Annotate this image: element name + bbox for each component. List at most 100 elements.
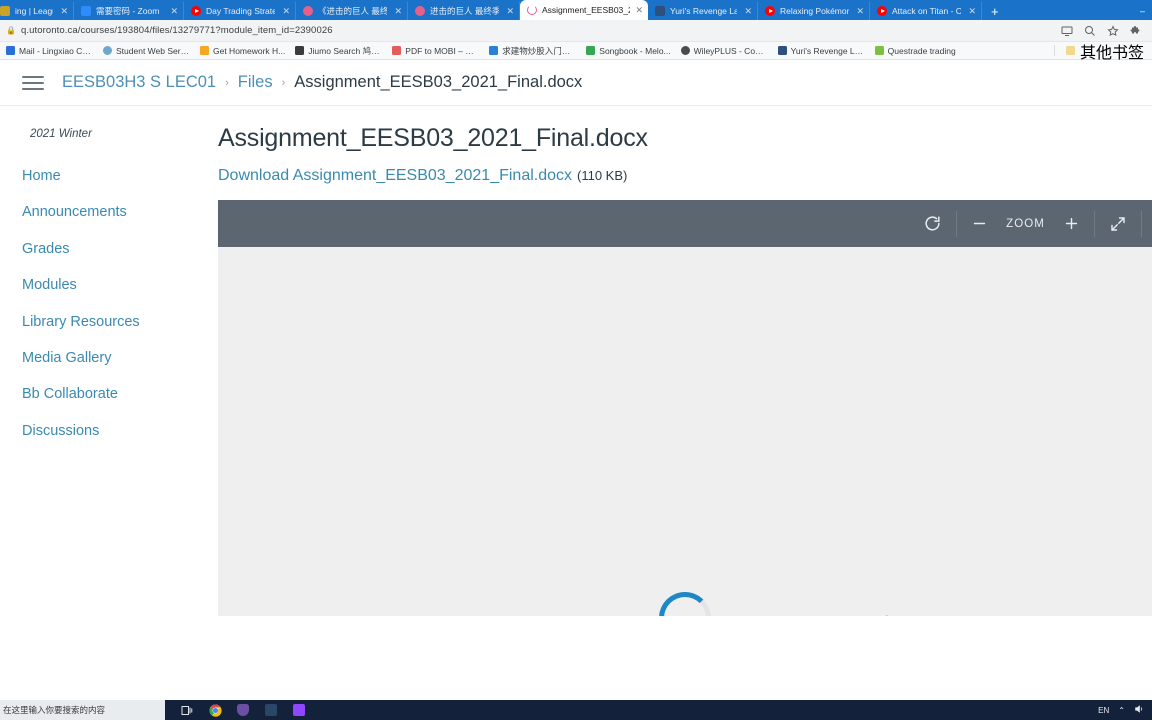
bookmark-star-icon[interactable] [1106, 24, 1119, 37]
main-content: Assignment_EESB03_2021_Final.docx Downlo… [218, 106, 1152, 700]
breadcrumb: EESB03H3 S LEC01 › Files › Assignment_EE… [62, 73, 582, 92]
browser-tab[interactable]: Attack on Titan - Omake ✕ [870, 2, 982, 20]
tab-close-icon[interactable]: ✕ [744, 6, 752, 17]
tab-close-icon[interactable]: ✕ [506, 6, 514, 17]
divider [1053, 45, 1055, 56]
tab-close-icon[interactable]: ✕ [394, 6, 402, 17]
sidebar-item-media-gallery[interactable]: Media Gallery [22, 340, 218, 376]
breadcrumb-files[interactable]: Files [238, 73, 273, 92]
search-placeholder: 在这里输入你要搜索的内容 [3, 705, 106, 715]
tab-title: Day Trading Strategies fo [206, 6, 275, 16]
jiumo-icon [295, 46, 305, 55]
tab-title: ing | League of [15, 6, 53, 16]
bookmarks-overflow[interactable]: 其他书签 [1048, 39, 1146, 63]
browser-tabstrip: ing | League of ✕ 需要密码 - Zoom ✕ Day Trad… [0, 0, 1152, 20]
bookmark-item[interactable]: Get Homework H... [200, 46, 291, 56]
sidebar-item-home[interactable]: Home [22, 158, 218, 194]
bookmark-item[interactable]: 求建物炒股入门书... [489, 45, 582, 57]
bookmark-item[interactable]: Songbook - Melo... [586, 46, 676, 56]
twitch-icon[interactable] [285, 700, 313, 720]
bilibili-icon [303, 6, 313, 16]
zoom-label: ZOOM [1006, 217, 1045, 230]
blue-icon [489, 46, 499, 55]
uoft-icon [103, 46, 112, 55]
course-sidebar: 2021 Winter Home Announcements Grades Mo… [0, 106, 218, 700]
tab-close-icon[interactable]: ✕ [170, 6, 178, 17]
browser-tab-active[interactable]: Assignment_EESB03_2021 ✕ [520, 0, 648, 20]
app-purple-icon[interactable] [229, 700, 257, 720]
chevron-up-icon[interactable]: ⌃ [1118, 706, 1125, 715]
bookmark-item[interactable]: WileyPLUS - Cour... [680, 45, 774, 56]
bookmarks-overflow-label: 其他书签 [1079, 44, 1144, 62]
window-controls: – [1133, 2, 1152, 20]
bookmark-label: Songbook - Melo... [599, 45, 671, 56]
tab-close-icon[interactable]: ✕ [635, 5, 643, 16]
youtube-icon [191, 6, 201, 16]
tab-close-icon[interactable]: ✕ [60, 6, 68, 17]
expand-arrows-icon[interactable] [1095, 200, 1141, 247]
bookmark-item[interactable]: Questrade trading [874, 46, 962, 56]
browser-tab[interactable]: Yuri's Revenge Ladder - C ✕ [648, 2, 758, 20]
app-glyph [237, 704, 249, 716]
system-tray: EN ⌃ [1098, 704, 1152, 716]
chrome-icon[interactable] [201, 700, 229, 720]
divider [1141, 210, 1142, 237]
taskbar-search-input[interactable]: 在这里输入你要搜索的内容 [0, 700, 165, 720]
folder-icon [1065, 46, 1075, 55]
tab-close-icon[interactable]: ✕ [282, 6, 290, 17]
zoom-in-plus-icon[interactable] [1049, 200, 1094, 247]
browser-tab[interactable]: 进击的巨人 最终季 08集—( ✕ [408, 2, 520, 20]
bookmark-item[interactable]: PDF to MOBI – Co... [392, 46, 485, 56]
bookmark-label: Get Homework H... [213, 45, 286, 56]
sidebar-item-modules[interactable]: Modules [22, 267, 218, 303]
bookmark-label: Mail - Lingxiao Ch... [19, 45, 93, 56]
address-bar-url[interactable]: q.utoronto.ca/courses/193804/files/13279… [21, 25, 333, 36]
browser-tab[interactable]: ing | League of ✕ [0, 2, 74, 20]
minimize-button[interactable]: – [1133, 6, 1152, 16]
download-row: Download Assignment_EESB03_2021_Final.do… [218, 167, 1152, 185]
sidebar-item-grades[interactable]: Grades [22, 231, 218, 267]
bookmark-label: WileyPLUS - Cour... [693, 45, 768, 56]
browser-tab[interactable]: Day Trading Strategies fo ✕ [184, 2, 296, 20]
loading-spinner-icon [659, 592, 711, 616]
mouse-cursor [886, 615, 888, 616]
bookmark-item[interactable]: Yuri's Revenge La... [777, 45, 871, 56]
bookmark-item[interactable]: Student Web Serv... [103, 46, 196, 56]
zoom-magnifier-icon[interactable] [1083, 24, 1096, 37]
download-link[interactable]: Download Assignment_EESB03_2021_Final.do… [218, 167, 572, 185]
cncnet-icon [777, 46, 787, 55]
rotate-icon[interactable] [909, 200, 956, 247]
zoom-out-minus-icon[interactable] [957, 200, 1002, 247]
cast-icon[interactable] [1060, 24, 1073, 37]
term-label: 2021 Winter [30, 128, 92, 140]
bookmark-label: Yuri's Revenge La... [790, 45, 865, 56]
lock-icon: 🔒 [6, 26, 16, 35]
questrade-icon [874, 46, 884, 55]
browser-tab[interactable]: Relaxing Pokémon M ✕ [758, 2, 870, 20]
browser-toolbar: 🔒 q.utoronto.ca/courses/193804/files/132… [0, 20, 1152, 42]
hamburger-menu-icon[interactable] [22, 75, 44, 90]
tab-close-icon[interactable]: ✕ [968, 6, 976, 17]
bookmark-item[interactable]: Jiumo Search 鸠摩... [295, 45, 388, 57]
browser-tab[interactable]: 《进击的巨人 最终季》16話 ✕ [296, 2, 408, 20]
browser-tab[interactable]: 需要密码 - Zoom ✕ [74, 2, 184, 20]
sidebar-item-discussions[interactable]: Discussions [22, 413, 218, 449]
app-steam-icon[interactable] [257, 700, 285, 720]
breadcrumb-current: Assignment_EESB03_2021_Final.docx [294, 73, 583, 91]
task-view-icon[interactable] [173, 700, 201, 720]
sidebar-item-library-resources[interactable]: Library Resources [22, 304, 218, 340]
breadcrumb-course[interactable]: EESB03H3 S LEC01 [62, 73, 216, 92]
language-indicator[interactable]: EN [1098, 706, 1109, 715]
sidebar-item-bb-collaborate[interactable]: Bb Collaborate [22, 376, 218, 412]
tab-title: Relaxing Pokémon M [780, 6, 850, 16]
new-tab-button[interactable]: + [982, 2, 1008, 20]
tab-close-icon[interactable]: ✕ [856, 6, 864, 17]
speaker-icon[interactable] [1134, 704, 1144, 716]
tab-title: Yuri's Revenge Ladder - C [670, 6, 737, 16]
extensions-puzzle-icon[interactable] [1129, 24, 1142, 37]
bilibili-icon [415, 6, 425, 16]
windows-taskbar: 在这里输入你要搜索的内容 EN ⌃ [0, 700, 1152, 720]
bookmark-item[interactable]: Mail - Lingxiao Ch... [6, 46, 99, 56]
bookmark-label: PDF to MOBI – Co... [405, 45, 480, 56]
sidebar-item-announcements[interactable]: Announcements [22, 194, 218, 230]
